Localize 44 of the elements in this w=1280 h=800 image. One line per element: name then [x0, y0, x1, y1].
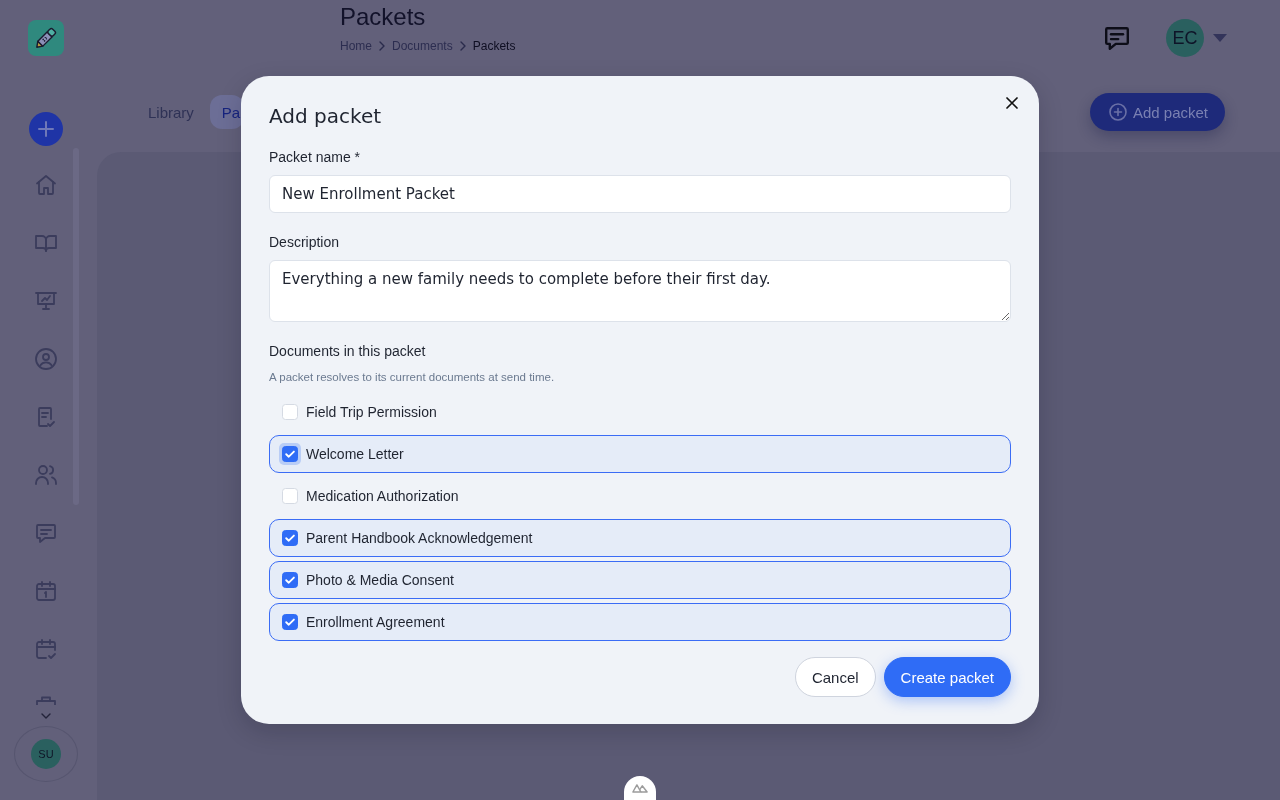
mountain-icon	[632, 783, 648, 793]
plus-circle-icon	[1108, 103, 1127, 121]
chevron-down-icon[interactable]	[41, 713, 51, 719]
description-field[interactable]: Everything a new family needs to complete before their first day.	[269, 260, 1011, 322]
checkbox-icon[interactable]	[282, 530, 298, 546]
document-check-icon[interactable]	[35, 406, 57, 428]
caret-down-icon[interactable]	[1213, 34, 1227, 42]
document-option[interactable]: Enrollment Agreement	[269, 603, 1011, 641]
home-icon[interactable]	[35, 174, 57, 196]
hint-text: A packet resolves to its current documents at send time.	[269, 370, 556, 384]
briefcase-icon[interactable]	[35, 696, 57, 705]
users-icon[interactable]	[35, 464, 57, 486]
create-button[interactable]: Create packet	[883, 657, 1011, 697]
field-label: Description	[269, 233, 341, 251]
checkbox-icon[interactable]	[282, 572, 298, 588]
close-icon[interactable]	[1006, 97, 1018, 109]
checkbox-icon[interactable]	[279, 443, 301, 465]
chat-icon[interactable]	[1105, 26, 1129, 50]
chevron-right-icon	[459, 41, 466, 51]
user-avatar[interactable]: SU	[31, 739, 61, 769]
dialog-title: Add packet	[269, 104, 382, 128]
packet-name-field[interactable]: New Enrollment Packet	[269, 175, 1011, 213]
plus-icon[interactable]	[29, 112, 63, 146]
cancel-button[interactable]: Cancel	[794, 657, 876, 697]
chevron-right-icon	[379, 41, 385, 51]
add-packet-button[interactable]: Add packet	[1089, 93, 1225, 131]
presentation-chart-icon[interactable]	[35, 290, 57, 312]
document-option[interactable]: Field Trip Permission	[269, 393, 1011, 431]
section-label: Documents in this packet	[269, 342, 427, 360]
field-label: Packet name *	[269, 148, 362, 166]
page-title: Packets	[340, 2, 427, 32]
chat-icon[interactable]	[35, 522, 57, 544]
open-book-icon[interactable]	[35, 232, 57, 254]
document-option[interactable]: Photo & Media Consent	[269, 561, 1011, 599]
document-option[interactable]: Welcome Letter	[269, 435, 1011, 473]
document-option[interactable]: Parent Handbook Acknowledgement	[269, 519, 1011, 557]
calendar-icon[interactable]	[35, 580, 57, 602]
document-option[interactable]: Medication Authorization	[269, 477, 1011, 515]
checkbox-icon[interactable]	[282, 614, 298, 630]
user-circle-icon[interactable]	[35, 348, 57, 370]
breadcrumb-link[interactable]: Packets	[472, 38, 516, 54]
user-avatar[interactable]: EC	[1166, 19, 1204, 57]
calendar-check-icon[interactable]	[35, 638, 57, 660]
pencil-logo-icon[interactable]	[28, 20, 64, 56]
